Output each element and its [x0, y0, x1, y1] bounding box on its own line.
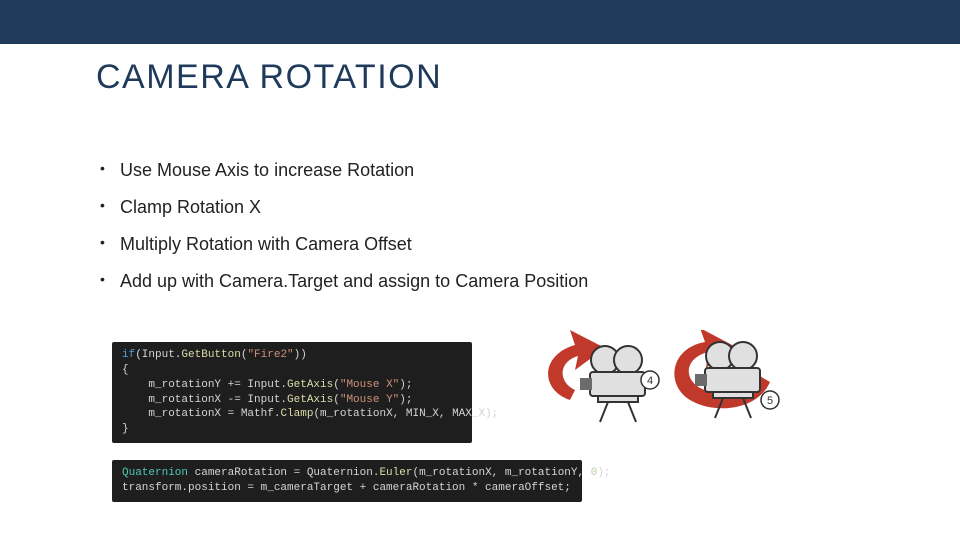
code-string: "Fire2"	[247, 349, 293, 361]
code-text: );	[597, 467, 610, 479]
code-text: );	[399, 394, 412, 406]
bullet-item: Add up with Camera.Target and assign to …	[100, 271, 900, 292]
badge-label: 4	[647, 375, 653, 387]
code-text: (Input.	[135, 349, 181, 361]
code-snippet-transform: Quaternion cameraRotation = Quaternion.E…	[112, 460, 582, 502]
code-fn: GetAxis	[287, 379, 333, 391]
code-fn: Clamp	[280, 408, 313, 420]
code-text: (	[333, 394, 340, 406]
code-fn: GetButton	[181, 349, 240, 361]
slide: CAMERA ROTATION Use Mouse Axis to increa…	[0, 0, 960, 540]
code-text: }	[122, 423, 129, 435]
code-text: m_rotationX -= Input.	[122, 394, 287, 406]
code-text: (	[333, 379, 340, 391]
code-text: m_rotationY += Input.	[122, 379, 287, 391]
code-string: "Mouse X"	[340, 379, 399, 391]
code-text: (m_rotationX, MIN_X, MAX_X);	[313, 408, 498, 420]
code-fn: Euler	[379, 467, 412, 479]
code-text: transform.position = m_cameraTarget + ca…	[122, 482, 571, 494]
bullet-item: Clamp Rotation X	[100, 197, 900, 218]
code-text: (m_rotationX, m_rotationY,	[412, 467, 590, 479]
bullet-item: Use Mouse Axis to increase Rotation	[100, 160, 900, 181]
code-class: Quaternion	[122, 467, 188, 479]
code-keyword: if	[122, 349, 135, 361]
code-text: );	[399, 379, 412, 391]
code-text: cameraRotation = Quaternion.	[188, 467, 379, 479]
code-snippet-input: if(Input.GetButton ( "Fire2")) { m_rotatio…	[112, 342, 472, 443]
slide-title: CAMERA ROTATION	[96, 58, 442, 97]
code-fn: GetAxis	[287, 394, 333, 406]
code-text: m_rotationX = Mathf.	[122, 408, 280, 420]
bullet-item: Multiply Rotation with Camera Offset	[100, 234, 900, 255]
code-string: "Mouse Y"	[340, 394, 399, 406]
bullet-list: Use Mouse Axis to increase Rotation Clam…	[100, 160, 900, 308]
camera-rotation-diagram: 4 5	[520, 330, 800, 450]
badge-label: 5	[767, 395, 773, 407]
code-text: ))	[294, 349, 307, 361]
code-text: {	[122, 364, 129, 376]
